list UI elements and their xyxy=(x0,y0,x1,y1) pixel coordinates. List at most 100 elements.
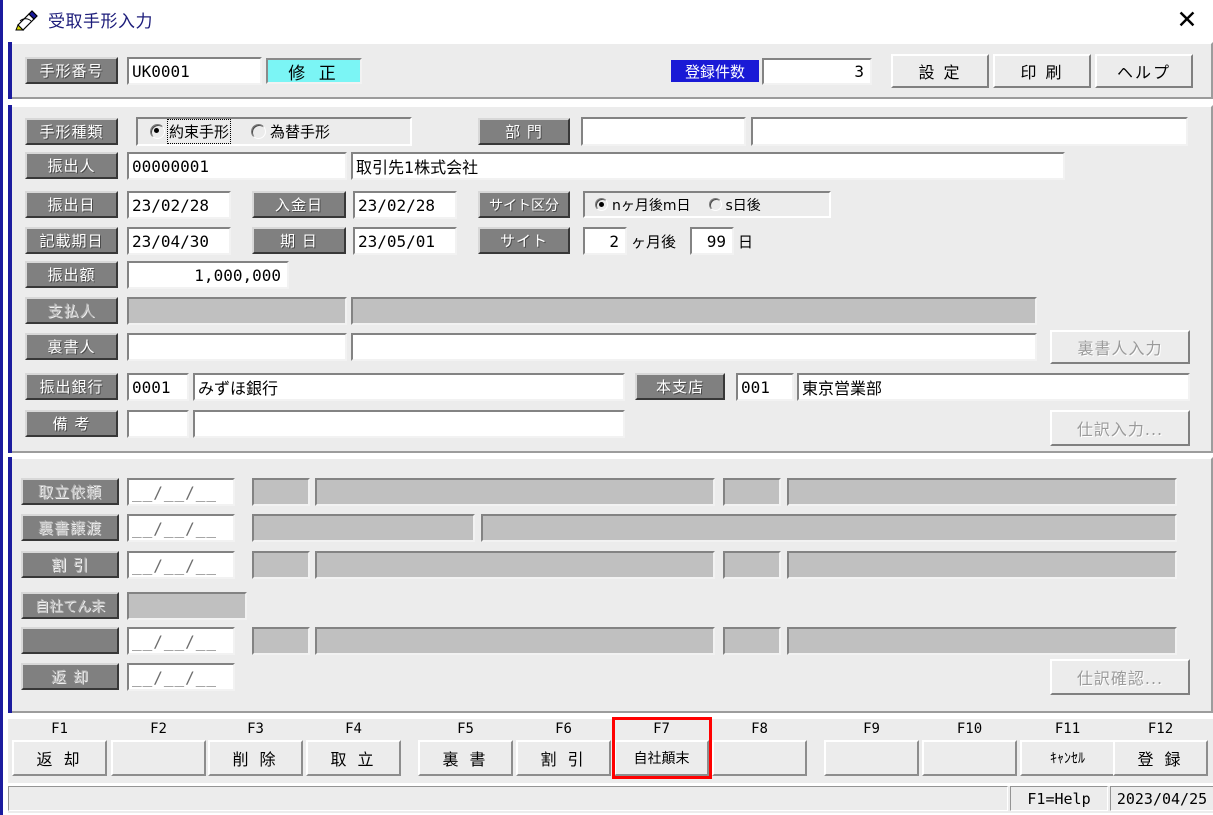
history-row-date-endorsement-transfer: __/__/__ xyxy=(127,514,235,542)
issue-date-input[interactable]: 23/02/28 xyxy=(127,191,231,219)
fkey-button-endorsement[interactable]: 裏 書 xyxy=(418,740,513,776)
written-due-date-label: 記載期日 xyxy=(25,227,118,254)
amount-input[interactable]: 1,000,000 xyxy=(127,261,289,289)
receipt-date-input[interactable]: 23/02/28 xyxy=(353,191,457,219)
history-row-value-own-settlement xyxy=(127,592,247,620)
bill-type-label: 手形種類 xyxy=(25,118,118,145)
fkey-label-f9: F9 xyxy=(863,721,880,737)
history-row-code-a-collection-request xyxy=(252,478,310,506)
main-accent-bar xyxy=(8,105,12,453)
history-row-code-b-discount xyxy=(723,551,781,579)
branch-code-input[interactable]: 001 xyxy=(736,373,794,401)
fkey-label-f10: F10 xyxy=(956,721,983,737)
issue-date-label: 振出日 xyxy=(25,191,118,218)
bill-type-radio-group[interactable]: 約束手形 為替手形 xyxy=(136,117,412,146)
note-code-input[interactable] xyxy=(127,410,189,438)
radio-promissory-note-label: 約束手形 xyxy=(166,119,232,144)
journal-confirm-button: 仕訳確認... xyxy=(1050,659,1190,695)
history-row-name-b-collection-request xyxy=(787,478,1177,506)
history-row-date-discount: __/__/__ xyxy=(127,551,235,579)
bank-code-input[interactable]: 0001 xyxy=(127,373,189,401)
status-help-hint: F1=Help xyxy=(1010,786,1108,811)
due-date-input[interactable]: 23/05/01 xyxy=(353,227,457,255)
radio-bill-of-exchange[interactable]: 為替手形 xyxy=(251,121,330,142)
payer-label: 支払人 xyxy=(25,297,118,324)
amount-label: 振出額 xyxy=(25,261,118,288)
fkey-button-f10[interactable] xyxy=(922,740,1017,776)
bill-no-input[interactable]: UK0001 xyxy=(127,57,262,85)
radio-dot-icon xyxy=(708,198,722,211)
fkey-button-f9[interactable] xyxy=(824,740,919,776)
drawer-name-input[interactable]: 取引先1株式会社 xyxy=(351,152,1065,180)
branch-name-input[interactable]: 東京営業部 xyxy=(797,373,1190,401)
bank-label: 振出銀行 xyxy=(25,373,118,400)
history-row-code-b-collection-request xyxy=(723,478,781,506)
settings-button[interactable]: 設 定 xyxy=(891,54,989,88)
endorser-code-input[interactable] xyxy=(127,333,347,361)
radio-dot-icon xyxy=(251,124,267,139)
journal-input-button: 仕訳入力... xyxy=(1050,410,1190,446)
note-text-input[interactable] xyxy=(193,410,625,438)
radio-days-after[interactable]: s日後 xyxy=(708,195,761,215)
department-label: 部 門 xyxy=(478,118,570,145)
registered-count-label: 登録件数 xyxy=(671,60,759,82)
radio-dot-icon xyxy=(150,124,165,139)
fkey-button-f2[interactable] xyxy=(111,740,206,776)
header-accent-bar xyxy=(8,42,12,99)
fkey-button-collection[interactable]: 取 立 xyxy=(306,740,401,776)
application-window: 受取手形入力 ✕ 手形番号 UK0001 修 正 登録件数 3 設 定 印 刷 … xyxy=(0,0,1213,815)
fkey-button-delete[interactable]: 削 除 xyxy=(208,740,303,776)
radio-days-after-label: s日後 xyxy=(725,197,761,214)
history-row-date-return: __/__/__ xyxy=(127,663,235,691)
drawer-label: 振出人 xyxy=(25,152,118,179)
pen-note-icon xyxy=(15,9,41,31)
fkey-button-return[interactable]: 返 却 xyxy=(12,740,107,776)
site-days-suffix: 日 xyxy=(738,232,754,251)
branch-label: 本支店 xyxy=(635,373,725,400)
radio-dot-icon xyxy=(595,198,608,211)
receipt-date-label: 入金日 xyxy=(252,191,346,218)
window-title: 受取手形入力 xyxy=(48,12,153,32)
radio-bill-of-exchange-label: 為替手形 xyxy=(270,123,331,141)
fkey-label-f11: F11 xyxy=(1054,721,1081,737)
history-row-date-collection-request: __/__/__ xyxy=(127,478,235,506)
fkey-label-f8: F8 xyxy=(751,721,768,737)
radio-months-after[interactable]: nヶ月後m日 xyxy=(595,195,691,215)
endorser-name-input[interactable] xyxy=(351,333,1037,361)
registered-count-value: 3 xyxy=(762,58,872,85)
history-accent-bar xyxy=(8,457,12,713)
radio-promissory-note[interactable]: 約束手形 xyxy=(150,119,232,144)
title-bar: 受取手形入力 ✕ xyxy=(6,0,1213,39)
bank-name-input[interactable]: みずほ銀行 xyxy=(193,373,625,401)
history-row-date-blank: __/__/__ xyxy=(127,627,235,655)
fkey-label-f5: F5 xyxy=(457,721,474,737)
department-code-input[interactable] xyxy=(581,117,746,146)
bill-no-label: 手形番号 xyxy=(25,57,118,84)
department-name-input[interactable] xyxy=(751,117,1188,146)
fkey-button-cancel[interactable]: ｷｬﾝｾﾙ xyxy=(1020,740,1115,776)
fkey-label-f3: F3 xyxy=(247,721,264,737)
payer-code-input xyxy=(127,297,347,325)
drawer-code-input[interactable]: 00000001 xyxy=(127,152,347,180)
fkey-label-f4: F4 xyxy=(345,721,362,737)
site-class-label: サイト区分 xyxy=(478,191,570,218)
fkey-button-register[interactable]: 登 録 xyxy=(1113,740,1208,776)
history-row-code-a-endorsement-transfer xyxy=(252,514,475,542)
fkey-button-own-settlement[interactable]: 自社顛末 xyxy=(614,740,709,776)
help-button[interactable]: ヘルプ xyxy=(1095,54,1193,88)
written-due-date-input[interactable]: 23/04/30 xyxy=(127,227,231,255)
fkey-button-f8[interactable] xyxy=(712,740,807,776)
site-class-radio-group[interactable]: nヶ月後m日 s日後 xyxy=(583,191,831,218)
status-bar: F1=Help 2023/04/25 xyxy=(8,786,1213,813)
fkey-label-f12: F12 xyxy=(1147,721,1174,737)
fkey-button-discount[interactable]: 割 引 xyxy=(516,740,611,776)
history-row-name-b-discount xyxy=(787,551,1177,579)
site-days-input[interactable]: 99 xyxy=(690,227,734,255)
radio-months-after-label: nヶ月後m日 xyxy=(612,197,691,214)
status-message-cell xyxy=(8,786,1008,811)
history-row-code-a-discount xyxy=(252,551,310,579)
close-icon[interactable]: ✕ xyxy=(1164,4,1210,34)
print-button[interactable]: 印 刷 xyxy=(993,54,1091,88)
site-months-input[interactable]: 2 xyxy=(583,227,627,255)
payer-name-input xyxy=(351,297,1037,325)
